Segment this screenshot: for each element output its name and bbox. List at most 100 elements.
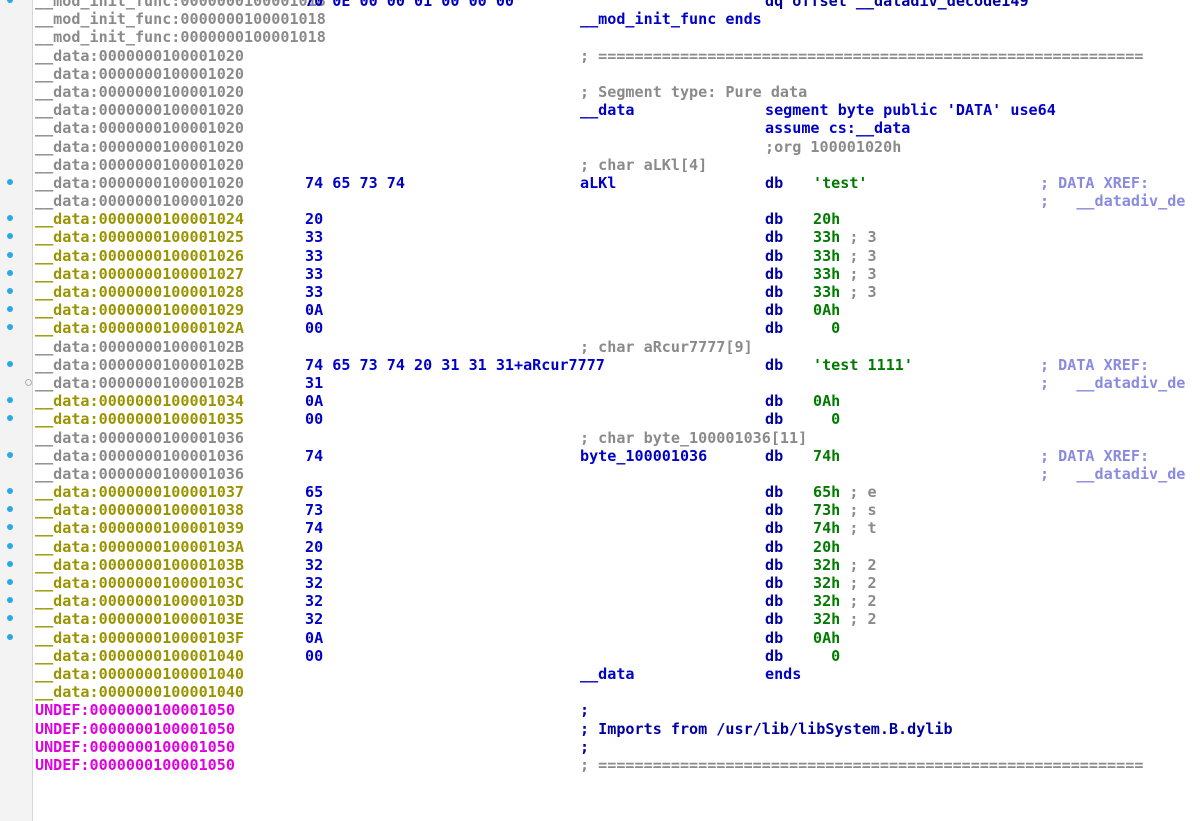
address[interactable]: __data:0000000100001036 <box>35 447 244 465</box>
address[interactable]: __data:000000010000103D <box>35 592 244 610</box>
breakpoint-dot-icon[interactable] <box>7 633 13 640</box>
address[interactable]: __data:0000000100001020 <box>35 156 244 174</box>
address[interactable]: __data:0000000100001036 <box>35 465 244 483</box>
inline-comment: ; 3 <box>840 246 877 265</box>
address[interactable]: __data:0000000100001020 <box>35 174 244 192</box>
data-xref-comment[interactable]: ; DATA XREF: <box>1040 356 1149 374</box>
opcode-bytes: 65 <box>305 483 324 502</box>
address[interactable]: __data:000000010000103A <box>35 538 244 556</box>
breakpoint-dot-icon[interactable] <box>7 251 13 258</box>
address[interactable]: __data:0000000100001026 <box>35 247 244 265</box>
address[interactable]: __data:000000010000102B <box>35 356 244 374</box>
operand-value: 0 <box>813 319 841 338</box>
address[interactable]: __data:0000000100001020 <box>35 138 244 156</box>
data-xref-comment[interactable]: ; __datadiv_de <box>1040 465 1185 483</box>
address[interactable]: __data:0000000100001020 <box>35 47 244 65</box>
breakpoint-dot-icon[interactable] <box>7 579 13 585</box>
operand: 20h <box>813 210 840 228</box>
address[interactable]: __data:0000000100001040 <box>35 683 244 701</box>
breakpoint-dot-icon[interactable] <box>7 178 13 185</box>
operand: 0 <box>813 647 840 665</box>
operand: 0Ah <box>813 629 840 647</box>
breakpoint-hollow-icon[interactable] <box>25 378 32 386</box>
data-xref-comment[interactable]: ; __datadiv_de <box>1040 192 1185 210</box>
breakpoint-dot-icon[interactable] <box>7 451 13 458</box>
label[interactable]: ; Segment type: Pure data <box>580 83 807 101</box>
operand: 33h ; 3 <box>813 228 877 246</box>
operand: 0 <box>813 319 840 337</box>
opcode-bytes: 20 <box>305 537 324 556</box>
label[interactable]: ; char aRcur7777[9] <box>580 338 753 356</box>
address[interactable]: __data:0000000100001025 <box>35 228 244 246</box>
address[interactable]: __data:0000000100001020 <box>35 101 244 119</box>
label[interactable]: __data <box>580 665 635 683</box>
label[interactable]: ; <box>580 701 589 719</box>
address[interactable]: UNDEF:0000000100001050 <box>35 701 235 719</box>
label[interactable]: byte_100001036 <box>580 447 707 465</box>
address[interactable]: UNDEF:0000000100001050 <box>35 738 235 756</box>
mnemonic: db <box>765 555 784 574</box>
label[interactable]: aLKl <box>580 174 616 192</box>
address[interactable]: __data:0000000100001040 <box>35 665 244 683</box>
breakpoint-gutter[interactable] <box>0 0 33 821</box>
address[interactable]: __data:000000010000103E <box>35 610 244 628</box>
address[interactable]: __data:000000010000103C <box>35 574 244 592</box>
address[interactable]: __mod_init_func:0000000100001018 <box>35 0 326 10</box>
address[interactable]: __mod_init_func:0000000100001018 <box>35 10 326 28</box>
breakpoint-dot-icon[interactable] <box>7 360 13 367</box>
address[interactable]: __data:000000010000102A <box>35 319 244 337</box>
address[interactable]: __data:0000000100001034 <box>35 392 244 410</box>
label[interactable]: __mod_init_func ends <box>580 10 762 28</box>
address[interactable]: __data:0000000100001039 <box>35 519 244 537</box>
breakpoint-dot-icon[interactable] <box>7 542 13 549</box>
operand-value: 'test 1111' <box>813 355 913 374</box>
operand-value: 33h <box>813 228 841 247</box>
address[interactable]: __data:0000000100001038 <box>35 501 244 519</box>
inline-comment: ; 3 <box>840 264 877 283</box>
breakpoint-dot-icon[interactable] <box>7 560 13 567</box>
address[interactable]: __data:0000000100001020 <box>35 119 244 137</box>
operand-value: 33h <box>813 246 841 265</box>
address[interactable]: __data:0000000100001027 <box>35 265 244 283</box>
address[interactable]: __data:0000000100001020 <box>35 192 244 210</box>
label[interactable]: ; char aLKl[4] <box>580 156 707 174</box>
address[interactable]: __data:000000010000102B <box>35 338 244 356</box>
label[interactable]: __data <box>580 101 635 119</box>
label[interactable]: ; ======================================… <box>580 47 1143 65</box>
address[interactable]: __data:000000010000103F <box>35 629 244 647</box>
opcode-bytes: 74 <box>305 519 324 538</box>
opcode-bytes: 32 <box>305 574 324 592</box>
address[interactable]: __data:000000010000103B <box>35 556 244 574</box>
address[interactable]: __mod_init_func:0000000100001018 <box>35 28 326 46</box>
address[interactable]: __data:000000010000102B <box>35 374 244 392</box>
operand: 0Ah <box>813 392 840 410</box>
address[interactable]: __data:0000000100001036 <box>35 429 244 447</box>
data-xref-comment[interactable]: ; __datadiv_de <box>1040 374 1185 392</box>
data-xref-comment[interactable]: ; DATA XREF: <box>1040 174 1149 192</box>
label[interactable]: ; char byte_100001036[11] <box>580 429 807 447</box>
operand: 'test' <box>813 174 868 192</box>
breakpoint-dot-icon[interactable] <box>7 288 13 294</box>
address[interactable]: __data:0000000100001040 <box>35 647 244 665</box>
disassembly-view[interactable]: __mod_init_func:0000000100001018 70 0E 00… <box>0 0 1200 821</box>
address[interactable]: __data:0000000100001024 <box>35 210 244 228</box>
address[interactable]: __data:0000000100001037 <box>35 483 244 501</box>
operand: 0 <box>813 410 840 428</box>
address[interactable]: __data:0000000100001029 <box>35 301 244 319</box>
label[interactable]: ; <box>580 738 589 756</box>
operand-value: 74h <box>813 446 841 465</box>
operand-value: 0Ah <box>813 628 841 647</box>
opcode-bytes: 20 <box>305 210 324 229</box>
label[interactable]: ; ======================================… <box>580 756 1143 774</box>
address[interactable]: UNDEF:0000000100001050 <box>35 720 235 738</box>
address[interactable]: __data:0000000100001028 <box>35 283 244 301</box>
label[interactable]: ; Imports from /usr/lib/libSystem.B.dyli… <box>580 720 953 738</box>
address[interactable]: __data:0000000100001020 <box>35 65 244 83</box>
data-xref-comment[interactable]: ; DATA XREF: <box>1040 447 1149 465</box>
address[interactable]: __data:0000000100001020 <box>35 83 244 101</box>
address[interactable]: __data:0000000100001035 <box>35 410 244 428</box>
mnemonic: dq offset __datadiv_decode149 <box>765 0 1029 10</box>
address[interactable]: UNDEF:0000000100001050 <box>35 756 235 774</box>
breakpoint-dot-icon[interactable] <box>7 269 13 276</box>
operand: 74h ; t <box>813 519 877 537</box>
